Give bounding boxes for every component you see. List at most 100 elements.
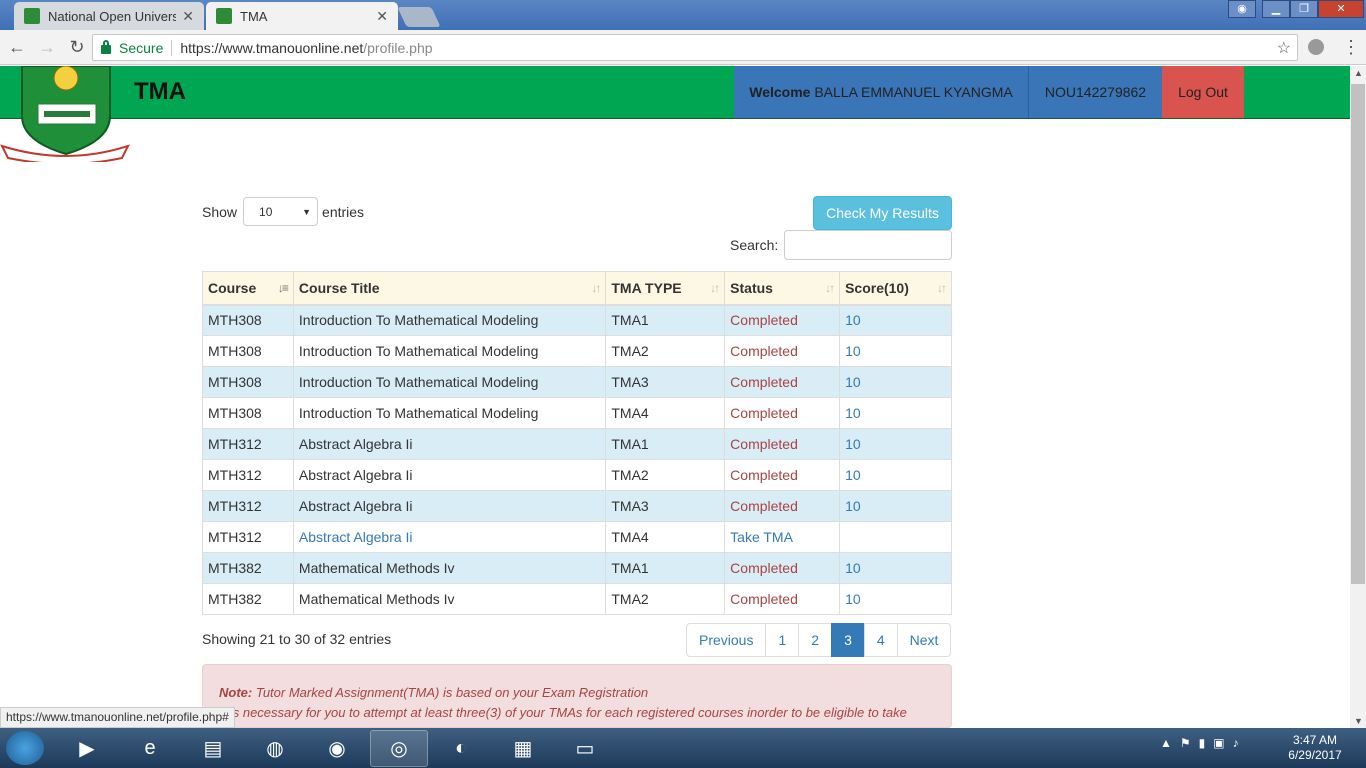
cell-score[interactable]: 10 (839, 304, 952, 336)
welcome-user[interactable]: Welcome BALLA EMMANUEL KYANGMA (734, 66, 1028, 118)
previous-page-button[interactable]: Previous (686, 623, 767, 657)
notes-app-icon[interactable]: ▭ (556, 730, 614, 767)
cell-status[interactable]: Completed (724, 304, 841, 336)
close-window-icon[interactable]: ✕ (1318, 0, 1364, 18)
cell-score[interactable]: 10 (839, 490, 952, 522)
check-my-results-button[interactable]: Check My Results (813, 196, 952, 230)
back-icon[interactable]: ← (4, 37, 30, 58)
media-player-icon[interactable]: ▶ (58, 730, 116, 767)
minimize-icon[interactable]: ▁ (1262, 0, 1290, 18)
file-explorer-icon[interactable]: ▤ (184, 730, 242, 767)
cell-score[interactable]: 10 (839, 397, 952, 429)
cell-status[interactable]: Completed (724, 366, 841, 398)
cell-course: MTH308 (202, 366, 294, 398)
start-button-icon[interactable] (6, 731, 44, 765)
internet-explorer-icon[interactable]: e (121, 730, 179, 767)
etisalat-modem-icon[interactable]: ◐ (432, 730, 490, 767)
cell-score[interactable] (839, 521, 952, 553)
tab-national-open-university[interactable]: National Open University ✕ (14, 2, 204, 30)
cell-score[interactable]: 10 (839, 552, 952, 584)
column-header-status[interactable]: Status ↓↑ (724, 271, 841, 306)
table-row: MTH312 Abstract Algebra Ii TMA2 Completed 10 (202, 459, 952, 491)
cell-score[interactable]: 10 (839, 583, 952, 615)
cell-course-title: Abstract Algebra Ii (292, 490, 607, 522)
nou-logo-icon[interactable] (0, 66, 130, 162)
search-input[interactable] (784, 230, 953, 260)
note-label: Note: (219, 685, 253, 700)
column-header-course[interactable]: Course ↓≡ (202, 271, 294, 306)
page-button-3[interactable]: 3 (831, 623, 865, 657)
scroll-down-icon[interactable]: ▼ (1354, 716, 1363, 726)
bookmark-star-icon[interactable]: ☆ (1277, 38, 1291, 58)
cell-tma-type: TMA4 (605, 521, 726, 553)
cell-tma-type: TMA2 (605, 459, 726, 491)
cell-course: MTH312 (202, 459, 294, 491)
paint-icon[interactable]: ◍ (246, 730, 304, 767)
scrollbar-thumb[interactable] (1351, 84, 1365, 584)
cell-score[interactable]: 10 (839, 366, 952, 398)
cell-course-title[interactable]: Abstract Algebra Ii (292, 521, 607, 553)
cell-score[interactable]: 10 (839, 428, 952, 460)
chrome-icon[interactable]: ◎ (370, 730, 428, 767)
url-input[interactable]: Secure https://www.tmanouonline.net/prof… (92, 34, 1298, 61)
url-path: /profile.php (363, 39, 433, 56)
next-page-button[interactable]: Next (896, 623, 952, 657)
cell-course: MTH382 (202, 552, 294, 584)
entries-length-select[interactable]: 10 ▼ (243, 197, 319, 226)
clock-time: 3:47 AM (1292, 733, 1338, 747)
action-center-flag-icon[interactable]: ⚑ (1180, 736, 1191, 750)
sort-icon: ↓↑ (710, 281, 720, 295)
column-header-tma-type[interactable]: TMA TYPE ↓↑ (605, 271, 726, 306)
page-button-1[interactable]: 1 (765, 623, 800, 657)
reg-number[interactable]: NOU142279862 (1028, 66, 1162, 118)
page-button-4[interactable]: 4 (863, 623, 898, 657)
cell-tma-type: TMA1 (605, 428, 726, 460)
winrar-icon[interactable]: ▦ (494, 730, 552, 767)
cell-status[interactable]: Completed (724, 490, 841, 522)
column-header-course-title[interactable]: Course Title ↓↑ (292, 271, 607, 306)
cell-tma-type: TMA4 (605, 397, 726, 429)
cell-course-title: Introduction To Mathematical Modeling (292, 397, 607, 429)
table-row: MTH308 Introduction To Mathematical Model… (202, 335, 952, 367)
user-icon[interactable]: ◉ (1228, 0, 1256, 18)
system-tray: ▲ ⚑ ▮ ▣ ♪ (1160, 736, 1239, 750)
reload-icon[interactable]: ↻ (64, 37, 90, 58)
firefox-icon[interactable]: ◉ (308, 730, 366, 767)
show-entries: Show 10 ▼ entries (202, 197, 364, 226)
chevron-down-icon: ▼ (302, 206, 312, 217)
battery-icon[interactable]: ▮ (1199, 736, 1206, 750)
lock-icon (101, 40, 111, 54)
cell-score[interactable]: 10 (839, 335, 952, 367)
logout-button[interactable]: Log Out (1162, 66, 1244, 118)
cell-tma-type: TMA3 (605, 490, 726, 522)
cell-status[interactable]: Completed (724, 335, 841, 367)
cell-status[interactable]: Completed (724, 552, 841, 584)
cell-status[interactable]: Take TMA (724, 521, 841, 553)
maximize-icon[interactable]: ❐ (1290, 0, 1318, 18)
table-search: Search: (730, 230, 953, 260)
scroll-up-icon[interactable]: ▲ (1354, 68, 1363, 78)
cell-status[interactable]: Completed (724, 428, 841, 460)
page-scrollbar[interactable]: ▲ ▼ (1350, 66, 1366, 728)
site-brand[interactable]: TMA (134, 78, 186, 106)
extension-icon[interactable] (1308, 39, 1324, 55)
show-hidden-icons-icon[interactable]: ▲ (1160, 736, 1172, 750)
network-icon[interactable]: ▣ (1213, 736, 1224, 750)
cell-status[interactable]: Completed (724, 397, 841, 429)
page-button-2[interactable]: 2 (798, 623, 833, 657)
nou-favicon-icon (216, 8, 232, 24)
close-icon[interactable]: ✕ (376, 8, 388, 25)
forward-icon[interactable]: → (34, 37, 60, 58)
tab-tma[interactable]: TMA ✕ (206, 2, 398, 30)
cell-tma-type: TMA3 (605, 366, 726, 398)
taskbar-clock[interactable]: 3:47 AM 6/29/2017 (1280, 733, 1350, 763)
nou-favicon-icon (24, 8, 40, 24)
user-name: BALLA EMMANUEL KYANGMA (814, 84, 1013, 100)
cell-status[interactable]: Completed (724, 583, 841, 615)
volume-icon[interactable]: ♪ (1233, 736, 1239, 750)
cell-status[interactable]: Completed (724, 459, 841, 491)
close-icon[interactable]: ✕ (182, 8, 194, 25)
column-header-score[interactable]: Score(10) ↓↑ (839, 271, 952, 306)
menu-icon[interactable]: ⋮ (1342, 37, 1360, 57)
cell-score[interactable]: 10 (839, 459, 952, 491)
